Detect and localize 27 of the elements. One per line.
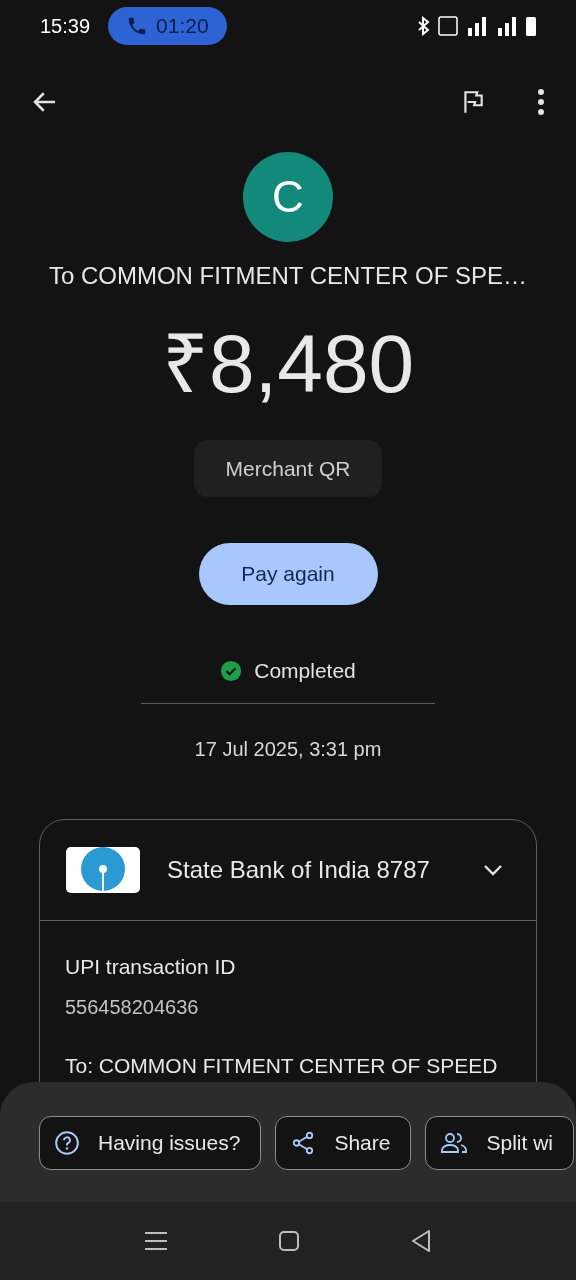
action-chip[interactable]: Share [275, 1116, 412, 1170]
detail-label: UPI transaction ID [65, 953, 237, 980]
home-icon[interactable] [278, 1230, 300, 1252]
signal-icon [466, 16, 488, 36]
status-label: Completed [254, 658, 356, 684]
detail-value: 556458204636 [65, 995, 200, 1020]
check-circle-icon [220, 659, 243, 682]
payment-amount: ₹8,480 [161, 317, 415, 411]
action-chip[interactable]: Split wi [425, 1116, 574, 1170]
payee-avatar: C [243, 152, 333, 242]
menu-icon[interactable] [144, 1231, 168, 1251]
payee-name: To COMMON FITMENT CENTER OF SPE… [48, 261, 528, 291]
payment-date: 17 Jul 2025, 3:31 pm [194, 736, 382, 762]
payment-type-chip: Merchant QR [193, 440, 383, 497]
pay-again-button[interactable]: Pay again [198, 543, 378, 605]
expand-chevron-icon[interactable] [482, 862, 504, 877]
bank-account-name: State Bank of India 8787 [167, 854, 430, 885]
more-options-icon[interactable] [536, 88, 546, 116]
bluetooth-icon [418, 16, 430, 36]
back-icon[interactable] [410, 1229, 432, 1253]
detail-label: To: COMMON FITMENT CENTER OF SPEED [65, 1053, 499, 1079]
battery-icon [526, 16, 536, 36]
help-icon [54, 1130, 80, 1156]
action-chip[interactable]: Having issues? [39, 1116, 262, 1170]
people-icon [440, 1131, 469, 1155]
signal-icon [496, 16, 518, 36]
status-time: 15:39 [40, 14, 91, 39]
